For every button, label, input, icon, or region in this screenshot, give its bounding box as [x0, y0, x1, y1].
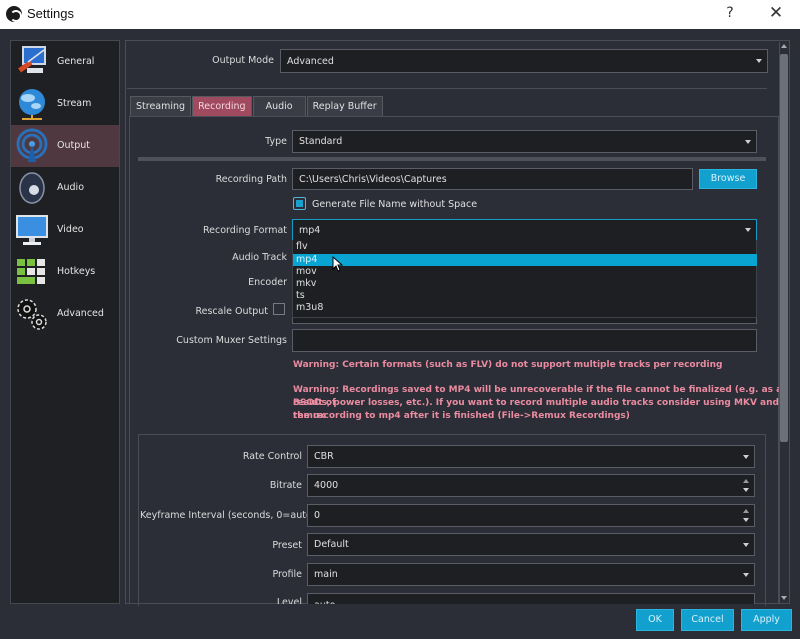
keyboard-icon	[17, 259, 45, 284]
format-option-ts[interactable]: ts	[293, 290, 757, 302]
audio-track-label: Audio Track	[232, 252, 287, 263]
apply-button[interactable]: Apply	[741, 609, 792, 631]
generate-filename-checkbox[interactable]	[293, 197, 306, 210]
sidebar-item-label: Stream	[57, 98, 92, 109]
format-option-m3u8[interactable]: m3u8	[293, 302, 757, 314]
scrollbar-thumb[interactable]	[780, 54, 788, 442]
spin-up-icon[interactable]	[743, 479, 749, 483]
sidebar-item-label: General	[57, 56, 95, 67]
rescale-output-label: Rescale Output	[195, 306, 268, 317]
chevron-down-icon	[745, 139, 751, 144]
sidebar-item-audio[interactable]: Audio	[11, 167, 119, 209]
recording-path-input[interactable]: C:\Users\Chris\Videos\Captures	[292, 168, 693, 190]
sidebar-item-advanced[interactable]: Advanced	[11, 293, 119, 335]
monitor-icon	[16, 215, 48, 245]
type-select[interactable]: Standard	[292, 130, 757, 153]
globe-network-icon	[19, 89, 45, 120]
keyframe-interval-spinbox[interactable]: 0	[307, 504, 755, 527]
format-option-flv[interactable]: flv	[293, 241, 757, 253]
mouse-cursor-icon	[332, 256, 344, 272]
browse-button[interactable]: Browse	[699, 169, 757, 189]
ok-button[interactable]: OK	[636, 609, 674, 631]
sidebar-item-label: Hotkeys	[57, 266, 96, 277]
custom-muxer-label: Custom Muxer Settings	[176, 335, 287, 346]
scroll-down-icon[interactable]	[781, 596, 787, 600]
tab-recording[interactable]: Recording	[192, 96, 252, 117]
obs-logo-icon	[6, 6, 22, 22]
keyframe-interval-value: 0	[314, 510, 321, 521]
spin-up-icon[interactable]	[743, 509, 749, 513]
output-mode-value: Advanced	[287, 55, 334, 67]
title-bar: Settings ? ✕	[0, 0, 800, 29]
level-row-clip: Level auto	[130, 592, 778, 604]
recording-path-label: Recording Path	[215, 174, 287, 185]
format-option-mp4[interactable]: mp4	[293, 254, 757, 266]
sidebar-item-label: Output	[57, 140, 90, 151]
tab-audio[interactable]: Audio	[252, 96, 306, 117]
recording-path-value: C:\Users\Chris\Videos\Captures	[299, 173, 447, 185]
rate-control-value: CBR	[314, 451, 334, 462]
rate-control-label: Rate Control	[242, 451, 302, 462]
recording-format-dropdown: flv mp4 mov mkv ts m3u8	[292, 240, 757, 318]
sidebar-item-label: Video	[57, 224, 84, 235]
settings-sidebar: General Stream Output Audio Video Hotkey…	[10, 40, 120, 604]
window-title: Settings	[27, 6, 74, 21]
recording-format-value: mp4	[299, 224, 321, 236]
sidebar-item-video[interactable]: Video	[11, 209, 119, 251]
chevron-down-icon	[743, 572, 749, 577]
help-button[interactable]: ?	[722, 5, 738, 21]
cancel-button[interactable]: Cancel	[681, 609, 734, 631]
generate-filename-label[interactable]: Generate File Name without Space	[312, 199, 477, 210]
sidebar-item-hotkeys[interactable]: Hotkeys	[11, 251, 119, 293]
gears-icon	[17, 299, 47, 330]
type-label: Type	[265, 136, 287, 147]
output-mode-select[interactable]: Advanced	[280, 49, 768, 73]
sidebar-item-label: Advanced	[57, 308, 104, 319]
speaker-icon	[19, 172, 45, 204]
sidebar-item-stream[interactable]: Stream	[11, 83, 119, 125]
level-select[interactable]: auto	[307, 593, 755, 604]
preset-label: Preset	[272, 540, 302, 551]
level-label: Level	[276, 597, 302, 604]
sidebar-item-output[interactable]: Output	[11, 125, 119, 167]
separator	[138, 157, 766, 161]
chevron-down-icon	[743, 542, 749, 547]
profile-label: Profile	[272, 569, 302, 580]
sidebar-item-label: Audio	[57, 182, 85, 193]
bitrate-spinbox[interactable]: 4000	[307, 474, 755, 497]
rate-control-select[interactable]: CBR	[307, 445, 755, 468]
format-option-mkv[interactable]: mkv	[293, 278, 757, 290]
general-settings-icon	[18, 46, 46, 73]
chevron-down-icon	[745, 228, 751, 232]
recording-format-select[interactable]: mp4	[292, 219, 757, 241]
chevron-down-icon	[756, 59, 762, 63]
encoder-label: Encoder	[248, 277, 287, 288]
warning-multitrack: Warning: Certain formats (such as FLV) d…	[293, 360, 723, 370]
type-value: Standard	[299, 136, 343, 147]
bitrate-value: 4000	[314, 480, 339, 491]
broadcast-antenna-icon	[16, 128, 48, 162]
spin-down-icon[interactable]	[743, 488, 749, 492]
sidebar-item-general[interactable]: General	[11, 41, 119, 83]
rescale-output-checkbox[interactable]	[273, 303, 285, 315]
recording-format-label: Recording Format	[202, 225, 287, 236]
profile-value: main	[314, 569, 338, 580]
close-button[interactable]: ✕	[766, 3, 786, 23]
tab-replay-buffer[interactable]: Replay Buffer	[306, 96, 383, 117]
output-mode-label: Output Mode	[212, 55, 274, 66]
level-value: auto	[314, 600, 335, 604]
profile-select[interactable]: main	[307, 563, 755, 586]
tab-streaming[interactable]: Streaming	[130, 96, 192, 117]
spin-down-icon[interactable]	[743, 518, 749, 522]
preset-value: Default	[314, 539, 349, 550]
scroll-up-icon[interactable]	[781, 44, 787, 48]
format-option-mov[interactable]: mov	[293, 266, 757, 278]
bitrate-label: Bitrate	[269, 480, 302, 491]
chevron-down-icon	[743, 454, 749, 459]
output-tabs: Streaming Recording Audio Replay Buffer	[130, 96, 384, 117]
warning-mp4-line3: the recording to mp4 after it is finishe…	[293, 411, 630, 421]
keyframe-interval-label: Keyframe Interval (seconds, 0=auto)	[140, 510, 316, 521]
custom-muxer-input[interactable]	[292, 329, 757, 352]
preset-select[interactable]: Default	[307, 533, 755, 556]
